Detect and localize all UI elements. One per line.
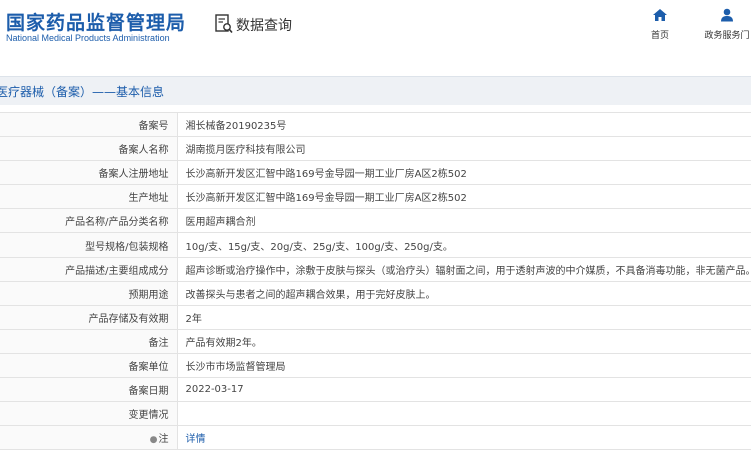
home-icon bbox=[653, 9, 667, 21]
field-label: 备案日期 bbox=[0, 377, 178, 403]
nav-service-label: 政务服务门 bbox=[704, 31, 750, 41]
record-info-table: 备案号 湘长械备20190235号 备案人名称 湖南揽月医疗科技有限公司 备案人注册地址… bbox=[0, 111, 751, 451]
data-query-icon bbox=[215, 14, 233, 34]
table-row: 产品名称/产品分类名称 医用超声耦合剂 bbox=[0, 208, 751, 234]
brand-subtitle: National Medical Products Administration bbox=[6, 33, 170, 43]
nav-government-service[interactable]: 政务服务门 bbox=[697, 8, 751, 41]
pin-icon: ● bbox=[149, 435, 158, 446]
field-label: 备注 bbox=[0, 329, 178, 354]
field-label: 预期用途 bbox=[0, 281, 178, 306]
field-value: 产品有效期2年。 bbox=[177, 329, 751, 354]
field-value: 医用超声耦合剂 bbox=[177, 208, 751, 234]
field-label: 产品描述/主要组成成分 bbox=[0, 257, 178, 282]
data-query-label[interactable]: 数据查询 bbox=[236, 15, 292, 35]
nav-home[interactable]: 首页 bbox=[640, 8, 680, 41]
field-label: 生产地址 bbox=[0, 184, 178, 210]
field-value: 超声诊断或治疗操作中，涂敷于皮肤与探头（或治疗头）辐射面之间，用于透射声波的中介… bbox=[177, 257, 751, 282]
table-row: 备案日期 2022-03-17 bbox=[0, 377, 751, 403]
section-header: 医疗器械（备案）——基本信息 bbox=[0, 76, 751, 105]
field-label: 备案人注册地址 bbox=[0, 160, 178, 186]
field-value: 10g/支、15g/支、20g/支、25g/支、100g/支、250g/支。 bbox=[177, 232, 751, 258]
field-value: 2022-03-17 bbox=[177, 377, 751, 403]
field-label: 型号规格/包装规格 bbox=[0, 232, 178, 258]
table-row: 预期用途 改善探头与患者之间的超声耦合效果，用于完好皮肤上。 bbox=[0, 281, 751, 306]
field-label: 备案人名称 bbox=[0, 136, 178, 162]
site-header: 国家药品监督管理局 National Medical Products Admi… bbox=[0, 0, 751, 68]
table-row: 产品存储及有效期 2年 bbox=[0, 305, 751, 330]
table-row: 备案人名称 湖南揽月医疗科技有限公司 bbox=[0, 136, 751, 162]
field-label: 产品名称/产品分类名称 bbox=[0, 208, 178, 234]
table-row: 变更情况 bbox=[0, 401, 751, 427]
field-value: 湘长械备20190235号 bbox=[177, 111, 751, 138]
table-row-note: ●注 详情 bbox=[0, 425, 751, 451]
field-value: 2年 bbox=[177, 305, 751, 330]
field-label: 变更情况 bbox=[0, 401, 178, 427]
note-label-cell: ●注 bbox=[0, 425, 178, 451]
field-label: 备案单位 bbox=[0, 353, 178, 379]
field-value: 湖南揽月医疗科技有限公司 bbox=[177, 136, 751, 162]
section-title: 医疗器械（备案）——基本信息 bbox=[0, 85, 165, 99]
note-value-cell: 详情 bbox=[177, 425, 751, 451]
field-label: 产品存储及有效期 bbox=[0, 305, 178, 330]
field-label: 备案号 bbox=[0, 111, 178, 138]
brand-title[interactable]: 国家药品监督管理局 bbox=[6, 8, 186, 35]
table-row: 型号规格/包装规格 10g/支、15g/支、20g/支、25g/支、100g/支、… bbox=[0, 232, 751, 258]
field-value bbox=[177, 401, 751, 427]
field-value: 长沙市市场监督管理局 bbox=[177, 353, 751, 379]
table-row: 生产地址 长沙高新开发区汇智中路169号金导园一期工业厂房A区2栋502 bbox=[0, 184, 751, 210]
user-icon bbox=[721, 8, 733, 22]
table-row: 备案单位 长沙市市场监督管理局 bbox=[0, 353, 751, 379]
nav-home-label: 首页 bbox=[650, 31, 669, 41]
table-row: 产品描述/主要组成成分 超声诊断或治疗操作中，涂敷于皮肤与探头（或治疗头）辐射面之… bbox=[0, 257, 751, 282]
note-label: 注 bbox=[158, 434, 169, 446]
detail-link[interactable]: 详情 bbox=[186, 434, 206, 445]
table-row: 备案人注册地址 长沙高新开发区汇智中路169号金导园一期工业厂房A区2栋502 bbox=[0, 160, 751, 186]
field-value: 长沙高新开发区汇智中路169号金导园一期工业厂房A区2栋502 bbox=[177, 160, 751, 186]
field-value: 改善探头与患者之间的超声耦合效果，用于完好皮肤上。 bbox=[177, 281, 751, 306]
table-row: 备注 产品有效期2年。 bbox=[0, 329, 751, 354]
field-value: 长沙高新开发区汇智中路169号金导园一期工业厂房A区2栋502 bbox=[177, 184, 751, 210]
table-row: 备案号 湘长械备20190235号 bbox=[0, 111, 751, 138]
